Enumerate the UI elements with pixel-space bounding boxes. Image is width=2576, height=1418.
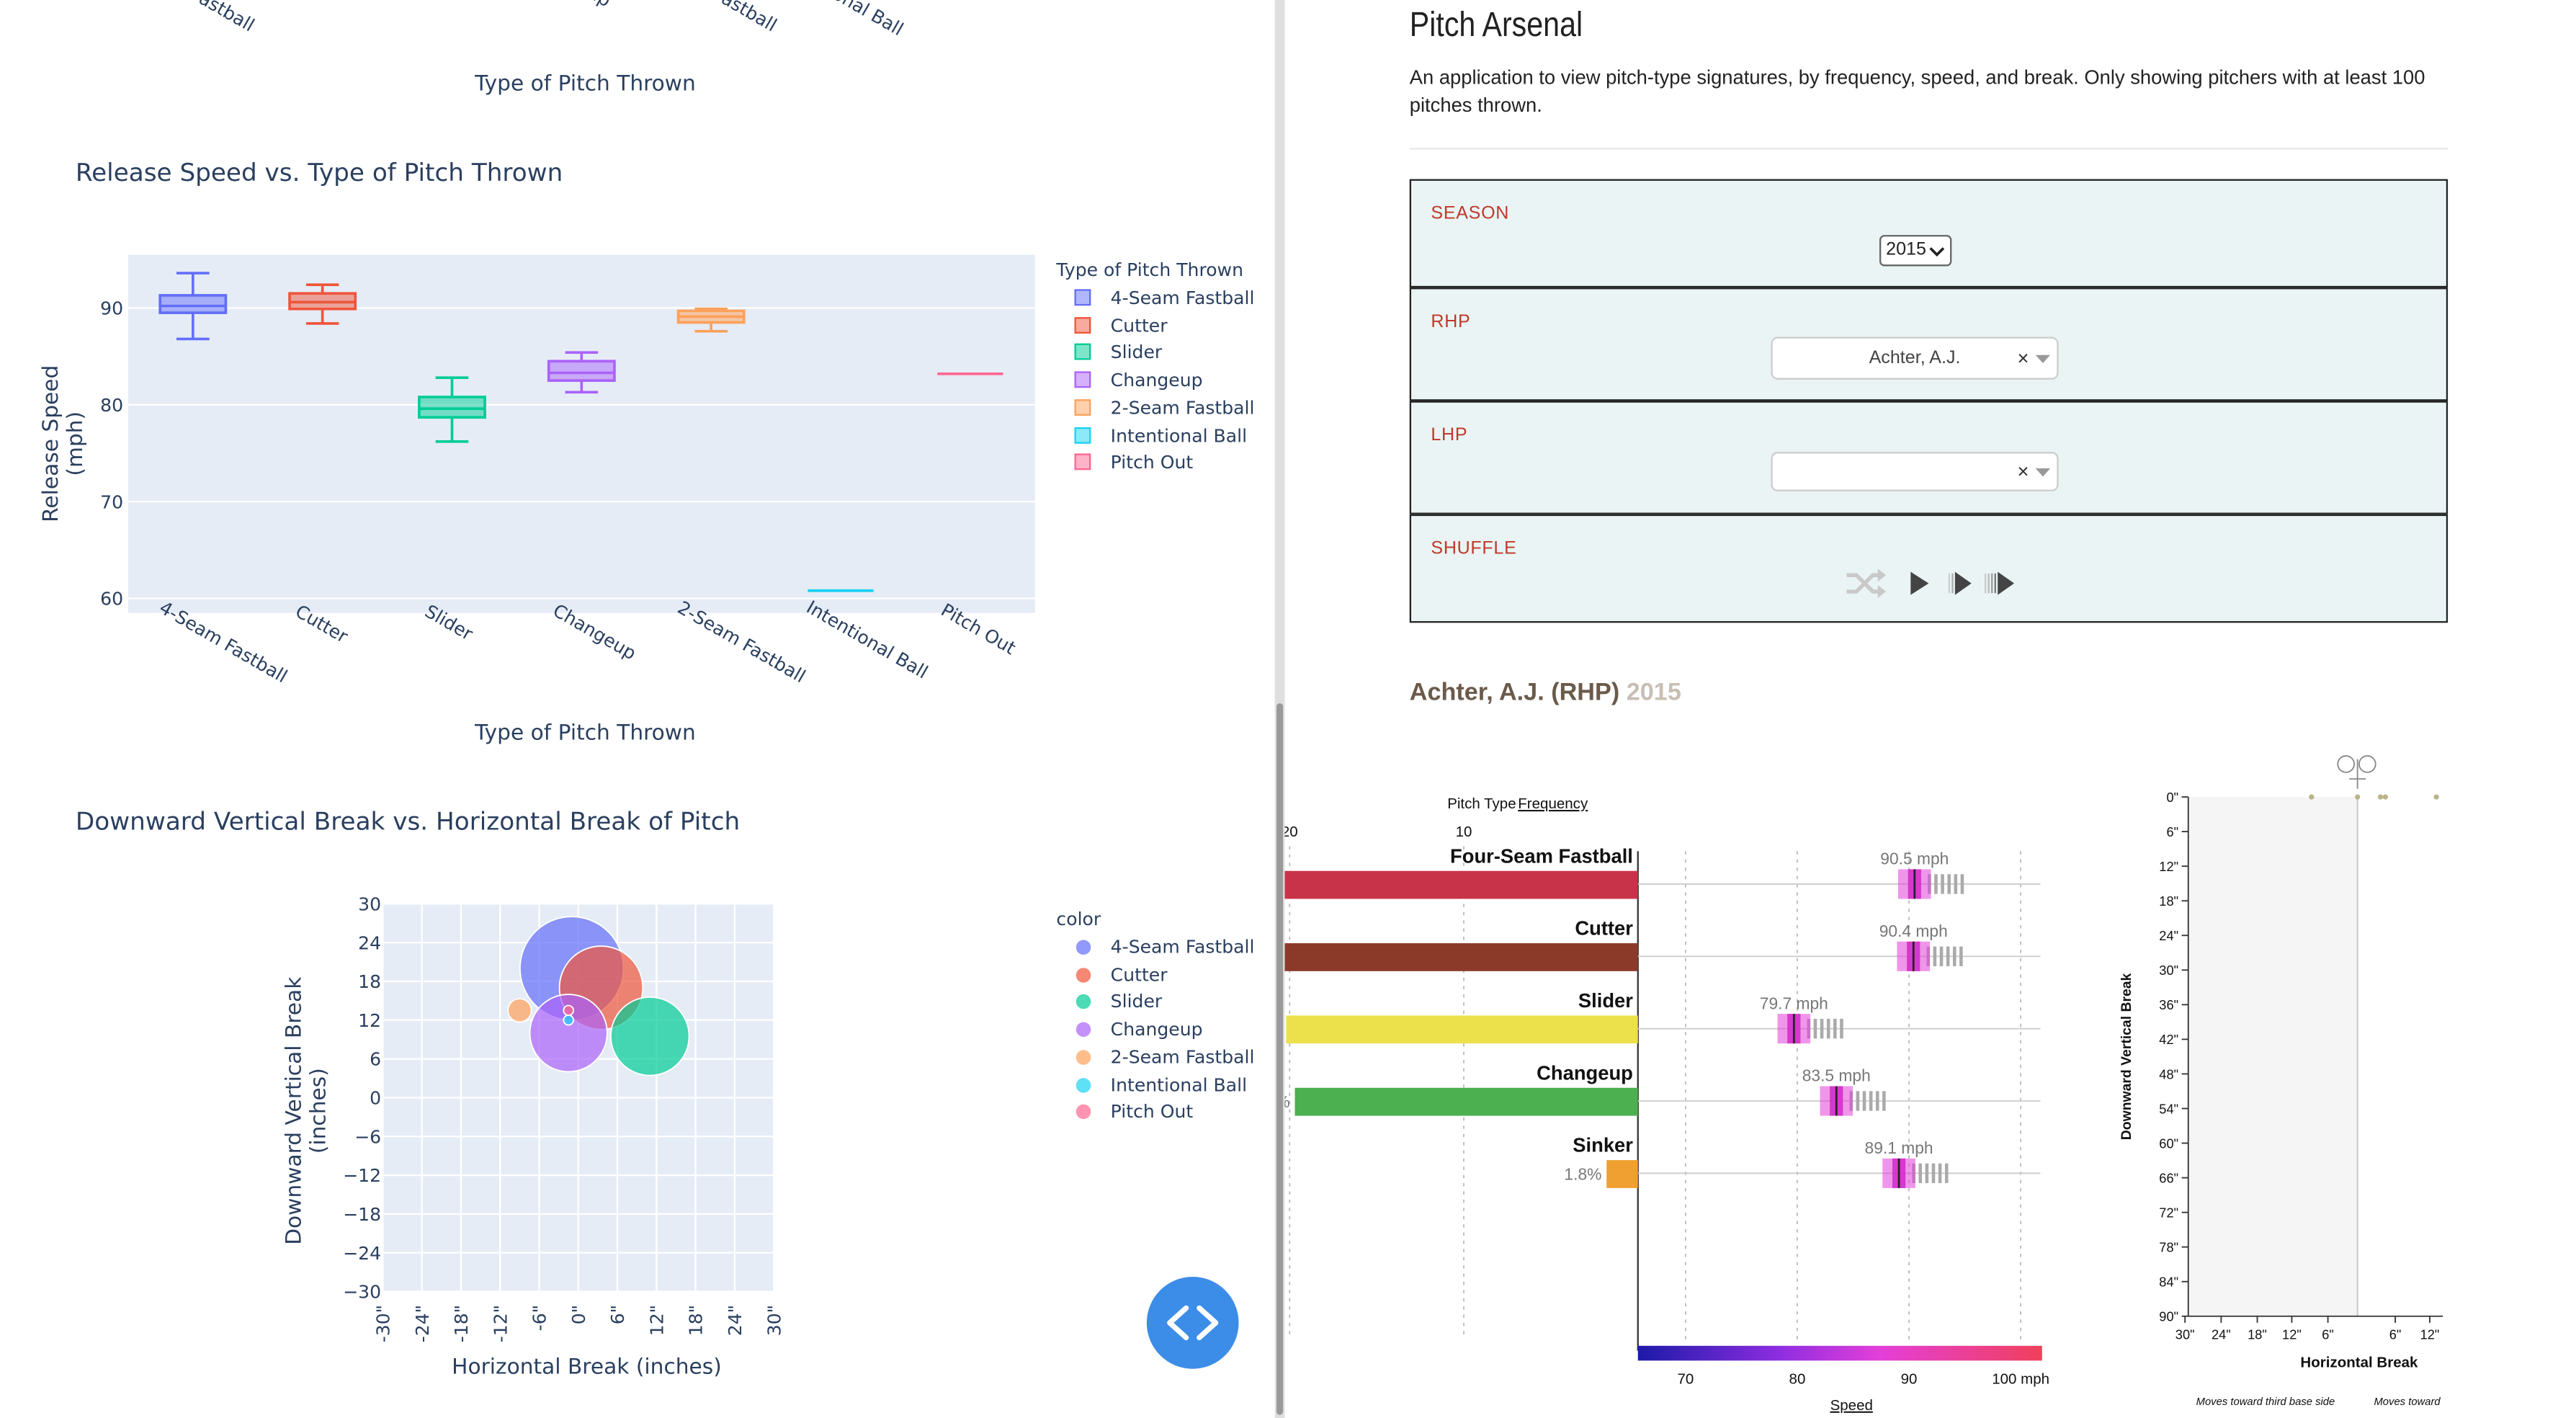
y-tick-label: −30	[343, 1282, 381, 1303]
legend-label: 2-Seam Fastball	[1110, 1046, 1255, 1068]
x-tick-label: 6"	[2322, 1327, 2334, 1342]
bubble-chart-xaxis-title: Horizontal Break (inches)	[452, 1355, 722, 1381]
x-tick-label: 12"	[646, 1305, 667, 1336]
y-tick-label: 0"	[2166, 790, 2178, 805]
y-tick-label: 54"	[2159, 1101, 2178, 1116]
x-tick-label: 18"	[686, 1305, 707, 1336]
y-tick-label: −18	[343, 1204, 381, 1225]
legend-label: Cutter	[1110, 963, 1168, 986]
bubble-2-seam-fastball	[507, 998, 532, 1023]
y-tick-label: 60"	[2159, 1136, 2178, 1151]
left-pane[interactable]: am Fastballerengeupam Fastballntional Ba…	[0, 0, 1275, 1418]
legend-label: Slider	[1110, 991, 1163, 1013]
legend-label: Changeup	[1110, 1019, 1203, 1040]
y-tick-label: 36"	[2159, 997, 2178, 1012]
x-tick-label: -18"	[451, 1305, 472, 1343]
pitch-location-dot	[2355, 794, 2361, 800]
y-tick-label: 24	[358, 932, 381, 953]
legend-marker	[1075, 1049, 1091, 1065]
x-tick-label: 24"	[725, 1305, 746, 1336]
bubble-slider	[610, 996, 690, 1076]
bubble-legend-title: color	[1056, 909, 1101, 930]
y-tick-label: 66"	[2159, 1170, 2178, 1185]
x-tick-label: 12"	[2420, 1327, 2440, 1342]
scrollbar-thumb[interactable]	[1276, 703, 1284, 1415]
y-tick-label: 6	[370, 1049, 381, 1070]
break-chart: 0" 6" 12" 18" 24" 30" 36" 42" 48" 54" 60" 66" 72" 78"…	[2119, 755, 2443, 1408]
x-tick-label: -6"	[529, 1305, 550, 1332]
x-tick-label: 18"	[2248, 1327, 2267, 1342]
bubble-intentional-ball	[563, 1015, 574, 1026]
pitch-location-dot	[2309, 794, 2315, 800]
x-tick-label: 6"	[2389, 1327, 2402, 1342]
bubble-chart-yaxis-title: Downward Vertical Break (inches)	[282, 976, 332, 1245]
bubble-chart: -30" -24" -18" -12" -6" 0" 6" 12" 18" 24" 30" 30 24 1…	[343, 893, 784, 1343]
x-tick-label: 12"	[2282, 1327, 2302, 1342]
code-toggle-button[interactable]	[1146, 1277, 1239, 1369]
legend-label: Pitch Out	[1110, 1101, 1194, 1123]
x-tick-label: 24"	[2211, 1327, 2231, 1342]
y-tick-label: 18"	[2159, 893, 2178, 909]
y-tick-label: 84"	[2159, 1275, 2178, 1290]
right-pane[interactable]: Pitch Arsenal An application to view pit…	[1284, 0, 2576, 1418]
y-tick-label: 72"	[2159, 1205, 2178, 1220]
x-tick-label: 0"	[568, 1305, 589, 1325]
legend-label: Intentional Ball	[1110, 1074, 1248, 1096]
break-y-axis-title: Downward Vertical Break	[2119, 973, 2134, 1140]
break-x-axis-title: Horizontal Break	[2300, 1354, 2418, 1370]
y-tick-label: 90"	[2159, 1309, 2178, 1324]
x-tick-label: 6"	[607, 1305, 628, 1325]
legend-marker	[1075, 1076, 1091, 1092]
y-tick-label: 48"	[2159, 1066, 2178, 1082]
y-tick-label: 18	[358, 971, 381, 992]
pitch-location-dot	[2433, 794, 2439, 800]
y-tick-label: −12	[343, 1165, 381, 1186]
icon-part	[2358, 755, 2376, 773]
y-tick-label: 12"	[2159, 859, 2178, 874]
legend-label: 4-Seam Fastball	[1110, 936, 1255, 958]
x-tick-label: 30"	[2175, 1327, 2195, 1342]
pitch-location-dot	[2377, 794, 2384, 800]
break-plot-area	[2188, 797, 2358, 1316]
y-tick-label: −24	[343, 1243, 381, 1264]
y-tick-label: 12	[358, 1010, 381, 1031]
bubble-pitch-out	[563, 1004, 574, 1017]
code-brackets-icon	[1167, 1305, 1219, 1341]
y-tick-label: 42"	[2159, 1032, 2178, 1047]
break-note-left: Moves toward third base side	[2196, 1396, 2335, 1408]
y-tick-label: 0	[370, 1088, 381, 1109]
icon-part	[2337, 755, 2356, 773]
y-tick-label: 30"	[2159, 963, 2178, 978]
y-tick-label: −6	[354, 1126, 381, 1147]
x-tick-label: 30"	[764, 1305, 784, 1336]
pitcher-figure-icon	[2337, 755, 2376, 789]
y-tick-label: 6"	[2166, 824, 2178, 839]
y-tick-label: 24"	[2159, 928, 2178, 943]
x-tick-label: -24"	[412, 1305, 433, 1343]
x-tick-label: -30"	[373, 1305, 394, 1343]
legend-marker	[1075, 967, 1091, 983]
y-tick-label: 78"	[2159, 1240, 2178, 1255]
pitch-location-dot	[2382, 794, 2389, 800]
break-note-right: Moves toward	[2374, 1396, 2441, 1408]
legend-marker	[1075, 940, 1091, 955]
pane-splitter[interactable]	[1274, 0, 1285, 1418]
x-tick-label: -12"	[490, 1305, 511, 1343]
y-tick-label: 30	[358, 893, 381, 914]
